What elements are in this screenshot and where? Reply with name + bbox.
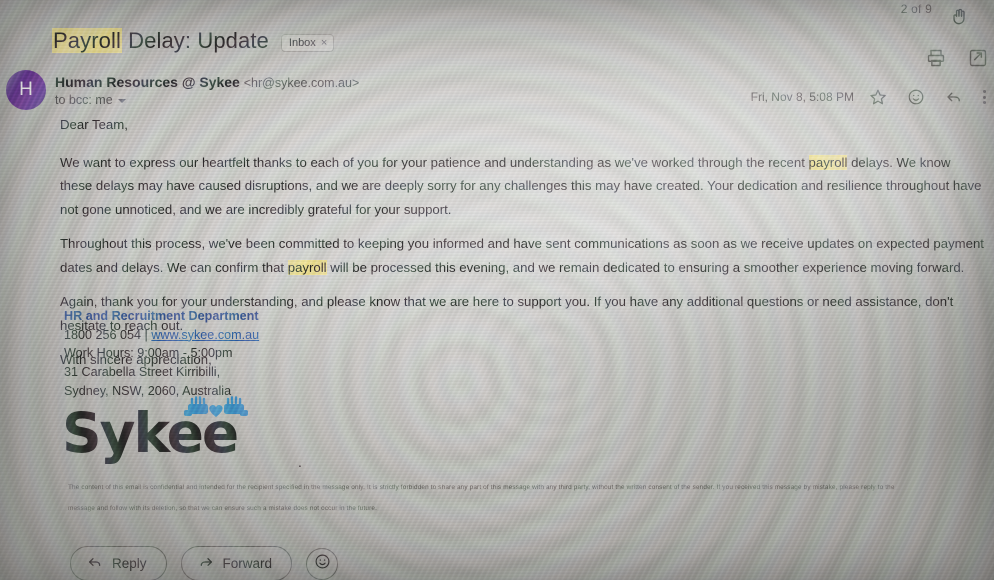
subject-rest: Delay: Update: [121, 28, 269, 53]
forward-button[interactable]: Forward: [180, 546, 293, 580]
recipient-label: to bcc: me: [55, 93, 113, 107]
reply-button-label: Reply: [112, 556, 147, 571]
add-reaction-icon: [314, 553, 331, 575]
message-action-icons: [869, 88, 986, 106]
label-chip-inbox[interactable]: Inbox ×: [280, 34, 335, 52]
p2-highlight: payroll: [287, 259, 327, 275]
sender-line: Human Resources @ Sykee <hr@sykee.com.au…: [55, 74, 359, 90]
forward-button-label: Forward: [222, 556, 273, 571]
close-icon[interactable]: ×: [321, 37, 327, 49]
disclaimer-line-1: The content of this email is confidentia…: [68, 484, 895, 491]
label-chip-text: Inbox: [288, 37, 316, 49]
body-paragraph-1: We want to express our heartfelt thanks …: [60, 151, 985, 222]
p2-text-b: will be processed this evening, and we r…: [326, 259, 965, 275]
page-title: Payroll Delay: Update: [52, 28, 269, 54]
p1-text-a: We want to express our heartfelt thanks …: [60, 154, 809, 170]
signature-website-link[interactable]: www.sykee.com.au: [151, 328, 259, 342]
photographed-monitor-screenshot: 2 of 9 Payroll Delay: Update Inbox × H H…: [0, 0, 994, 580]
add-reaction-button[interactable]: [306, 547, 339, 580]
reply-button[interactable]: Reply: [70, 546, 167, 580]
hand-pointer-icon: [942, 0, 976, 34]
signature-address-line1: 31 Carabella Street Kirribilli,: [64, 364, 221, 379]
email-signature: HR and Recruitment Department 1800 256 0…: [64, 307, 259, 400]
signature-contact: 1800 256 054 | www.sykee.com.au: [64, 326, 259, 345]
body-paragraph-2: Throughout this process, we've been comm…: [60, 232, 985, 279]
recipient-line[interactable]: to bcc: me: [55, 93, 126, 107]
message-footer-actions: Reply Forward: [70, 546, 339, 580]
reply-arrow-icon: [87, 554, 103, 573]
subject-highlight: Payroll: [52, 28, 122, 53]
email-message-view: 2 of 9 Payroll Delay: Update Inbox × H H…: [0, 0, 994, 580]
emoji-reaction-icon[interactable]: [907, 88, 925, 106]
message-counter: 2 of 9: [900, 2, 932, 16]
message-toolbar-icons: [926, 48, 988, 68]
logo-trademark-dot: .: [298, 454, 302, 470]
open-in-new-window-icon[interactable]: [968, 48, 988, 68]
signature-hours: Work Hours: 9:00am - 5:00pm: [64, 346, 233, 361]
sykee-logo: Sykee .: [62, 396, 312, 472]
signature-department: HR and Recruitment Department: [64, 309, 259, 323]
signature-phone: 1800 256 054: [64, 327, 142, 342]
sender-name: Human Resources @ Sykee: [55, 74, 240, 90]
disclaimer-line-2: message and follow with its deletion, so…: [68, 504, 378, 512]
sender-email: <hr@sykee.com.au>: [243, 76, 360, 90]
reply-icon[interactable]: [945, 88, 963, 106]
print-icon[interactable]: [926, 48, 946, 68]
email-disclaimer: The content of this email is confidentia…: [68, 478, 973, 519]
body-greeting: Dear Team,: [60, 117, 128, 132]
more-options-icon[interactable]: [983, 90, 986, 104]
chevron-down-icon[interactable]: [117, 99, 126, 103]
p1-highlight: payroll: [808, 154, 848, 170]
avatar[interactable]: H: [6, 70, 46, 110]
message-timestamp: Fri, Nov 8, 5:08 PM: [750, 90, 854, 104]
subject-row: Payroll Delay: Update Inbox ×: [52, 28, 335, 54]
forward-arrow-icon: [198, 554, 214, 573]
star-icon[interactable]: [869, 88, 887, 106]
logo-wordmark: Sykee: [62, 401, 239, 465]
signature-separator: |: [141, 327, 152, 342]
